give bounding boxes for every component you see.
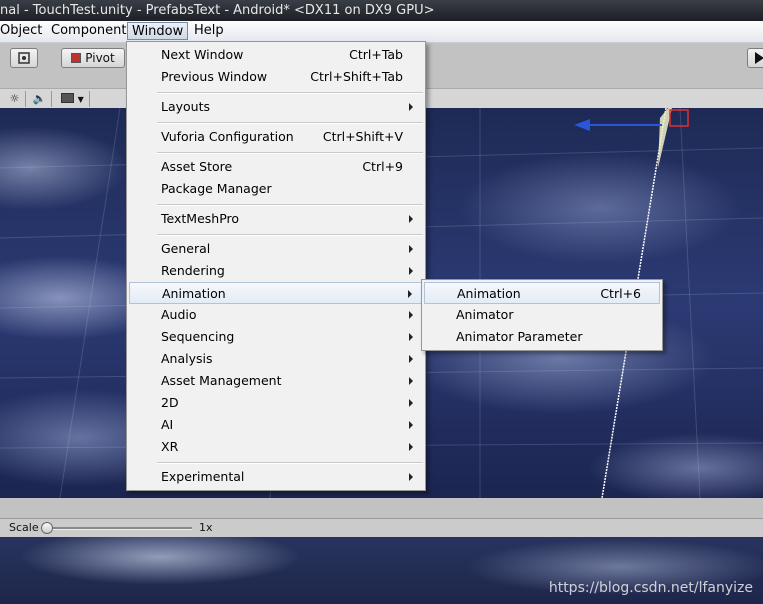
menu-item-layouts[interactable]: Layouts <box>129 96 423 118</box>
menu-item-sequencing[interactable]: Sequencing <box>129 326 423 348</box>
menu-item-experimental[interactable]: Experimental <box>129 466 423 488</box>
submenu-arrow-icon <box>409 473 413 481</box>
menu-item-label: Animation <box>457 286 521 301</box>
menu-item-label: Rendering <box>161 263 225 278</box>
menu-item-label: Layouts <box>161 99 211 114</box>
game-view[interactable]: https://blog.csdn.net/lfanyize <box>0 537 763 604</box>
menu-item-animation[interactable]: Animation <box>129 282 423 304</box>
submenu-item-animator[interactable]: Animator <box>424 304 660 326</box>
scale-slider-track[interactable] <box>44 527 192 530</box>
image-icon <box>61 93 75 103</box>
menu-separator <box>157 122 423 124</box>
menu-window[interactable]: Window <box>127 22 189 40</box>
submenu-arrow-icon <box>409 215 413 223</box>
menu-item-label: Audio <box>161 307 197 322</box>
sun-icon: ☼ <box>9 92 20 105</box>
menu-separator <box>157 462 423 464</box>
menu-bar: Object Component Window Help <box>0 21 763 43</box>
submenu-arrow-icon <box>409 333 413 341</box>
menu-item-package-manager[interactable]: Package Manager <box>129 178 423 200</box>
animation-submenu: Animation Ctrl+6 Animator Animator Param… <box>421 279 663 351</box>
menu-item-xr[interactable]: XR <box>129 436 423 458</box>
window-title: nal - TouchTest.unity - PrefabsText - An… <box>0 3 435 18</box>
window-title-bar: nal - TouchTest.unity - PrefabsText - An… <box>0 0 763 21</box>
gizmo-box <box>669 109 689 127</box>
menu-item-vuforia-configuration[interactable]: Vuforia Configuration Ctrl+Shift+V <box>129 126 423 148</box>
effects-dropdown[interactable]: ▼ <box>56 91 90 107</box>
menu-item-previous-window[interactable]: Previous Window Ctrl+Shift+Tab <box>129 66 423 88</box>
x-axis-arrow <box>574 119 590 131</box>
scale-slider-thumb[interactable] <box>41 522 53 534</box>
play-icon <box>755 52 763 64</box>
submenu-arrow-icon <box>408 290 412 298</box>
menu-item-shortcut: Ctrl+Shift+V <box>322 129 403 144</box>
menu-item-label: TextMeshPro <box>161 211 240 226</box>
audio-toggle[interactable]: 🔈 <box>28 91 52 107</box>
submenu-arrow-icon <box>409 377 413 385</box>
move-tool-icon <box>18 52 30 64</box>
menu-item-label: 2D <box>161 395 179 410</box>
menu-item-rendering[interactable]: Rendering <box>129 260 423 282</box>
menu-item-asset-management[interactable]: Asset Management <box>129 370 423 392</box>
submenu-arrow-icon <box>409 355 413 363</box>
menu-item-textmeshpro[interactable]: TextMeshPro <box>129 208 423 230</box>
lighting-toggle[interactable]: ☼ <box>4 91 26 107</box>
menu-item-next-window[interactable]: Next Window Ctrl+Tab <box>129 44 423 66</box>
rect-tool-button[interactable] <box>10 48 38 68</box>
submenu-arrow-icon <box>409 245 413 253</box>
menu-separator <box>157 152 423 154</box>
menu-item-label: Package Manager <box>161 181 272 196</box>
submenu-arrow-icon <box>409 103 413 111</box>
watermark: https://blog.csdn.net/lfanyize <box>548 580 753 596</box>
menu-item-shortcut: Ctrl+9 <box>362 159 403 174</box>
submenu-arrow-icon <box>409 421 413 429</box>
pivot-toggle-button[interactable]: Pivot <box>61 48 125 68</box>
menu-item-label: Next Window <box>161 47 244 62</box>
submenu-arrow-icon <box>409 311 413 319</box>
menu-item-ai[interactable]: AI <box>129 414 423 436</box>
menu-separator <box>157 204 423 206</box>
pivot-label: Pivot <box>85 51 115 65</box>
menu-item-label: Asset Store <box>161 159 233 174</box>
menu-item-label: Experimental <box>161 469 245 484</box>
menu-item-label: Animator Parameter <box>456 329 583 344</box>
scale-label: Scale <box>9 521 39 534</box>
menu-item-audio[interactable]: Audio <box>129 304 423 326</box>
pivot-icon <box>71 53 82 63</box>
panel-gap <box>0 498 763 518</box>
menu-item-general[interactable]: General <box>129 238 423 260</box>
menu-item-label: Analysis <box>161 351 213 366</box>
menu-item-label: AI <box>161 417 174 432</box>
menu-item-label: Asset Management <box>161 373 282 388</box>
menu-item-asset-store[interactable]: Asset Store Ctrl+9 <box>129 156 423 178</box>
submenu-item-animator-parameter[interactable]: Animator Parameter <box>424 326 660 348</box>
menu-item-label: XR <box>161 439 179 454</box>
menu-item-2d[interactable]: 2D <box>129 392 423 414</box>
menu-item-shortcut: Ctrl+Tab <box>349 47 403 62</box>
menu-object[interactable]: Object <box>0 22 46 40</box>
menu-item-label: Vuforia Configuration <box>161 129 294 144</box>
menu-item-label: Animator <box>456 307 514 322</box>
window-menu: Next Window Ctrl+Tab Previous Window Ctr… <box>126 41 426 491</box>
submenu-arrow-icon <box>409 443 413 451</box>
menu-item-label: Previous Window <box>161 69 268 84</box>
menu-item-label: Animation <box>162 286 226 301</box>
menu-item-label: General <box>161 241 211 256</box>
submenu-arrow-icon <box>409 267 413 275</box>
chevron-down-icon: ▼ <box>77 95 84 104</box>
speaker-icon: 🔈 <box>32 92 47 105</box>
menu-separator <box>157 92 423 94</box>
menu-item-shortcut: Ctrl+Shift+Tab <box>310 69 403 84</box>
menu-component[interactable]: Component <box>47 22 130 40</box>
menu-separator <box>157 234 423 236</box>
menu-item-analysis[interactable]: Analysis <box>129 348 423 370</box>
menu-item-label: Sequencing <box>161 329 235 344</box>
menu-help[interactable]: Help <box>190 22 228 40</box>
scale-value: 1x <box>199 521 213 534</box>
menu-item-shortcut: Ctrl+6 <box>600 286 641 301</box>
game-view-scale-bar: Scale 1x <box>0 518 763 538</box>
submenu-arrow-icon <box>409 399 413 407</box>
submenu-item-animation[interactable]: Animation Ctrl+6 <box>424 282 660 304</box>
play-button[interactable] <box>747 48 763 68</box>
